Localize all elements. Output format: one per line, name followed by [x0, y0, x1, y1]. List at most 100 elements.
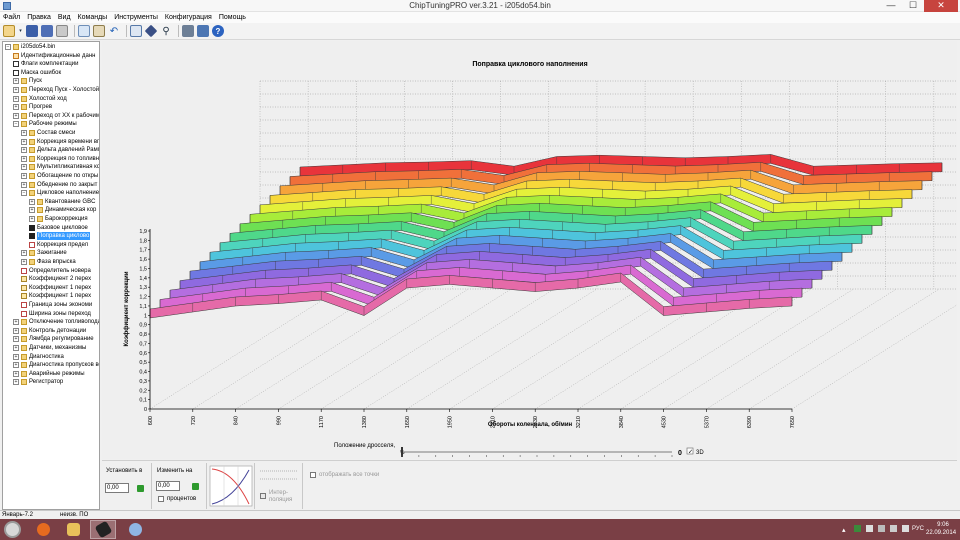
tree-item[interactable]: + Переход Пуск - Холостой х — [13, 86, 99, 94]
expand-icon[interactable]: + — [29, 198, 35, 205]
tray-date[interactable]: 22.09.2014 — [926, 530, 956, 536]
tray-language[interactable]: РУС — [912, 526, 924, 532]
compare-icon[interactable] — [144, 24, 158, 38]
show-points-checkbox[interactable] — [310, 472, 316, 478]
expand-icon[interactable]: + — [21, 130, 27, 136]
collapse-icon[interactable]: − — [13, 121, 19, 128]
open-dropdown-icon[interactable]: ▾ — [18, 25, 23, 37]
connect-icon[interactable] — [197, 25, 209, 37]
menu-edit[interactable]: Правка — [27, 12, 51, 23]
explorer-taskbar-icon[interactable] — [60, 520, 86, 539]
tree-item[interactable]: − i205do54.bin — [5, 43, 55, 51]
expand-icon[interactable]: + — [21, 164, 27, 171]
save-as-icon[interactable] — [41, 25, 53, 37]
expand-icon[interactable]: + — [13, 370, 19, 377]
tools-icon[interactable] — [182, 25, 194, 37]
tree-item[interactable]: + Лямбда регулирование — [13, 335, 94, 343]
collapse-icon[interactable]: − — [21, 190, 27, 197]
change-apply-button[interactable] — [192, 483, 199, 490]
expand-icon[interactable]: + — [13, 78, 19, 85]
menu-commands[interactable]: Команды — [78, 12, 108, 23]
tree-item[interactable]: + Аварийные режимы — [13, 370, 85, 378]
paint-taskbar-icon[interactable] — [122, 520, 148, 539]
expand-icon[interactable]: + — [13, 87, 19, 93]
expand-icon[interactable]: + — [21, 147, 27, 154]
tree-item[interactable]: − Рабочие режимы — [13, 120, 77, 128]
tree-item[interactable]: Поправка циклово — [29, 232, 91, 241]
menu-tools[interactable]: Инструменты — [114, 12, 158, 23]
interp-icon[interactable] — [260, 493, 266, 499]
tree-item[interactable]: + Диагностика пропусков вс — [13, 361, 99, 369]
tray-network-icon[interactable] — [890, 525, 897, 532]
tree-item[interactable]: + Датчики, механизмы — [13, 344, 86, 352]
tree-item[interactable]: Коэффициент 2 перех — [21, 275, 91, 283]
tree-item[interactable]: + Состав смеси — [21, 129, 75, 137]
tree-item[interactable]: + Переход от ХХ к рабочим р — [13, 112, 99, 120]
tray-app-icon[interactable] — [854, 525, 861, 532]
tray-battery-icon[interactable] — [878, 525, 885, 532]
expand-icon[interactable]: + — [21, 250, 27, 257]
tree-item[interactable]: + Прогрев — [13, 103, 52, 111]
percent-checkbox[interactable] — [158, 496, 164, 502]
expand-icon[interactable]: + — [13, 104, 19, 111]
tree-item[interactable]: Идентификационные данн — [13, 52, 95, 60]
tree-item[interactable]: Определитель новера — [21, 267, 91, 275]
expand-icon[interactable]: + — [13, 95, 19, 102]
tree-item[interactable]: + Коррекция времени вп — [21, 138, 99, 146]
tree-item[interactable]: + Мультипликативная ко — [21, 163, 99, 171]
tray-time[interactable]: 9:06 — [930, 522, 956, 528]
expand-icon[interactable]: + — [13, 379, 19, 386]
surface-chart[interactable]: Поправка циклового наполнения 1,9 1,8 1,7 1… — [102, 41, 960, 459]
tree-item[interactable]: + Диагностика — [13, 353, 64, 361]
menu-view[interactable]: Вид — [58, 12, 71, 23]
minimize-button[interactable]: — — [880, 0, 902, 12]
help-icon[interactable]: ? — [212, 25, 224, 37]
tree-item[interactable]: + Динамическая кор — [29, 206, 96, 214]
expand-icon[interactable]: + — [13, 345, 19, 351]
expand-icon[interactable]: + — [13, 353, 19, 360]
collapse-icon[interactable]: − — [5, 44, 11, 50]
menu-config[interactable]: Конфигурация — [165, 12, 212, 23]
tree-item[interactable]: Флаги комплектации — [13, 60, 79, 68]
tree-item[interactable]: Коэффициент 1 перех — [21, 292, 91, 300]
maximize-button[interactable]: ☐ — [902, 0, 924, 12]
set-apply-button[interactable] — [137, 485, 144, 492]
tree-item[interactable]: + Отключение топливопода — [13, 318, 99, 326]
edit-icon[interactable] — [130, 25, 142, 37]
tree-item[interactable]: + Обеднение по закрыт — [21, 181, 97, 189]
search-icon[interactable]: ⚲ — [160, 25, 172, 37]
save-icon[interactable] — [26, 25, 38, 37]
expand-icon[interactable]: + — [13, 362, 19, 369]
expand-icon[interactable]: + — [13, 336, 19, 343]
chiptuning-taskbar-icon[interactable] — [90, 520, 116, 539]
tree-item[interactable]: + Пуск — [13, 77, 42, 85]
expand-icon[interactable]: + — [13, 319, 19, 326]
tree-item[interactable]: + Контроль детонации — [13, 327, 86, 335]
expand-icon[interactable]: + — [13, 112, 19, 119]
set-value-input[interactable]: 0,00 — [105, 483, 129, 493]
change-value-input[interactable]: 0,00 — [156, 481, 180, 491]
paste-icon[interactable] — [93, 25, 105, 37]
tree-item[interactable]: − Цикловое наполнение — [21, 189, 99, 197]
expand-icon[interactable]: + — [21, 259, 27, 265]
start-button[interactable] — [4, 521, 21, 538]
print-icon[interactable] — [56, 25, 68, 37]
expand-icon[interactable]: + — [21, 181, 27, 188]
curve-preview[interactable] — [209, 465, 253, 507]
tree-item[interactable]: + Дельта давлений Рамп — [21, 146, 99, 154]
tree-item[interactable]: Базовое цикловое — [29, 224, 88, 232]
tree-item[interactable]: Граница зоны экономи — [21, 301, 92, 309]
expand-icon[interactable]: + — [29, 216, 35, 222]
tree-item[interactable]: + Квантование GBC — [29, 198, 95, 206]
tree-item[interactable]: Коррекция предел — [29, 241, 88, 249]
expand-icon[interactable]: + — [29, 207, 35, 214]
menu-help[interactable]: Помощь — [219, 12, 246, 23]
project-tree[interactable]: − i205do54.bin Идентификационные данн Флаги… — [2, 41, 100, 510]
firefox-taskbar-icon[interactable] — [30, 520, 56, 539]
tree-item[interactable]: + Регистратор — [13, 378, 63, 386]
tray-arrow-icon[interactable]: ▴ — [842, 526, 846, 534]
expand-icon[interactable]: + — [13, 327, 19, 334]
copy-icon[interactable] — [78, 25, 90, 37]
tree-item[interactable]: Ширина зоны переход — [21, 310, 91, 318]
tree-item[interactable]: + Зажигание — [21, 249, 67, 257]
